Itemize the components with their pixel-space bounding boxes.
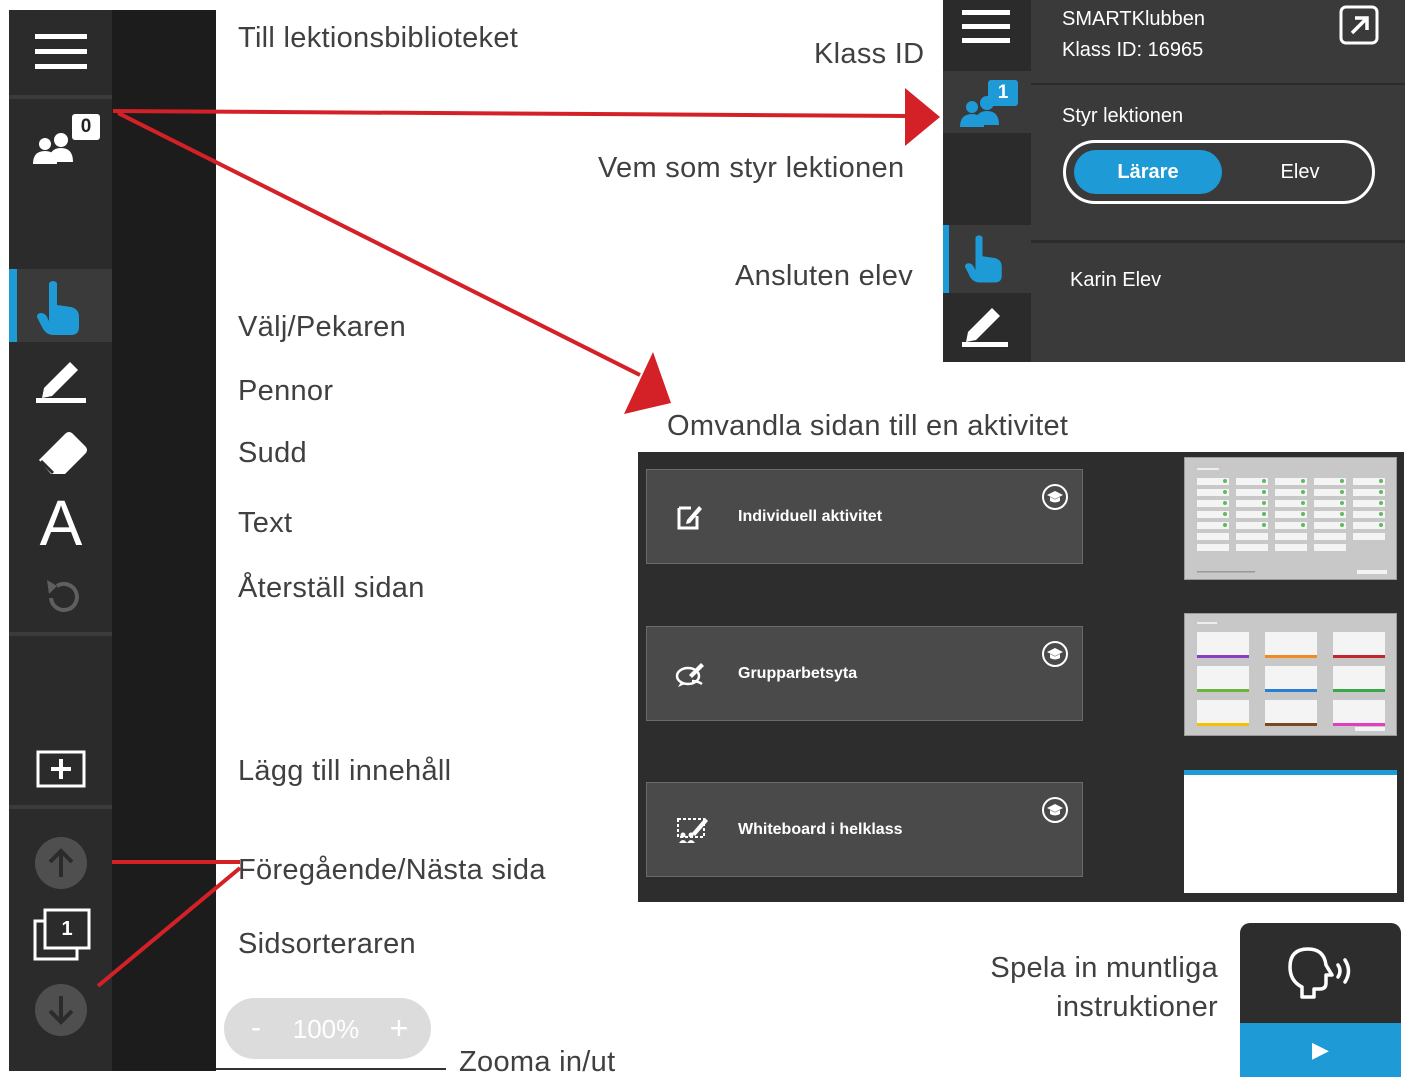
pointer-hand-icon [37,281,79,335]
annotation-library: Till lektionsbiblioteket [238,22,519,54]
undo-reset-icon[interactable] [43,576,83,618]
pointer-tool-button[interactable] [9,269,112,342]
text-tool-icon[interactable]: A [33,488,89,558]
annotation-page-sorter: Sidsorteraren [238,928,416,960]
graduation-cap-icon [1042,797,1068,823]
participants-count-badge: 0 [72,114,100,140]
annotation-class-id: Klass ID [814,38,925,70]
activity-label: Grupparbetsyta [738,665,858,682]
page-sorter-button[interactable]: 1 [33,907,93,963]
annotation-record-line2: instruktioner [1056,991,1218,1023]
annotation-record-line1: Spela in muntliga [990,952,1218,984]
edit-note-icon [677,506,702,530]
menu-icon[interactable] [962,8,1010,46]
class-panel: 1 SMARTKlubben Klass ID: 16965 Styr lekt… [943,0,1405,362]
toolbar-divider [9,95,112,99]
participants-button[interactable]: 0 [31,114,101,174]
participants-icon [33,133,73,164]
page-number: 1 [61,918,73,940]
annotation-select: Välj/Pekaren [238,311,407,343]
play-icon: ▶ [1312,1037,1329,1062]
pen-icon[interactable] [36,352,88,404]
record-instructions-widget[interactable]: ▶ [1240,923,1401,1077]
zoom-out-button[interactable]: - [244,1008,268,1048]
toolbar-backdrop [112,10,216,1071]
eraser-icon[interactable] [35,428,89,476]
main-toolbar: 0 A 1 [9,10,112,1071]
control-toggle: Lärare Elev [1063,140,1375,204]
annotation-eraser: Sudd [238,437,307,469]
thumbnail-header-bar [1184,770,1397,775]
pointer-hand-icon [965,235,1002,283]
activity-label: Individuell aktivitet [738,508,883,525]
toolbar-divider [9,632,112,636]
arrowhead-activity-panel [624,352,671,414]
student-name[interactable]: Karin Elev [1070,269,1161,292]
annotation-zoom: Zooma in/ut [459,1046,616,1078]
record-play-button[interactable]: ▶ [1240,1023,1401,1077]
toggle-teacher-option[interactable]: Lärare [1074,150,1222,194]
annotation-reset: Återställ sidan [238,572,425,604]
graduation-cap-icon [1042,484,1068,510]
arrow-to-class-panel [112,109,909,118]
annotation-convert: Omvandla sidan till en aktivitet [667,410,1069,442]
class-id-value: Klass ID: 16965 [1062,39,1204,61]
individual-activity-thumbnail [1184,457,1397,580]
whiteboard-class-icon [677,818,708,843]
control-heading: Styr lektionen [1062,105,1184,127]
annotation-text: Text [238,507,293,539]
participants-button[interactable]: 1 [943,71,1031,133]
participants-count-badge: 1 [988,80,1018,106]
activity-card-group[interactable]: Grupparbetsyta [646,626,1083,721]
activity-card-whiteboard[interactable]: Whiteboard i helklass [646,782,1083,877]
speaking-head-icon [1288,947,1351,999]
graduation-cap-icon [1042,641,1068,667]
annotation-who-controls: Vem som styr lektionen [598,152,905,184]
annotation-connected-student: Ansluten elev [735,260,914,292]
zoom-control: - 100% + [224,998,431,1059]
zoom-in-button[interactable]: + [384,1008,414,1048]
panel-divider [1031,240,1405,243]
add-content-icon[interactable] [36,750,86,790]
activity-label: Whiteboard i helklass [738,821,903,838]
annotation-prev-next: Föregående/Nästa sida [238,854,546,886]
activity-panel: Individuell aktivitet Grupparbetsyta Whi… [638,452,1404,902]
toolbar-divider [9,805,112,809]
annotation-add-content: Lägg till innehåll [238,755,452,787]
annotation-pens: Pennor [238,375,334,407]
thumbnail-groups-graphic [1197,622,1385,731]
zoom-annotation-line [216,1068,446,1070]
whiteboard-thumbnail [1184,770,1397,893]
group-chat-icon [675,663,704,687]
pen-icon[interactable] [962,300,1008,348]
class-name: SMARTKlubben [1062,8,1206,30]
active-tool-indicator [943,225,949,293]
arrowhead-class-panel [905,88,940,146]
group-activity-thumbnail [1184,613,1397,736]
zoom-level: 100% [292,1014,360,1044]
menu-icon[interactable] [35,32,87,72]
active-tool-indicator [9,269,17,342]
thumbnail-grid-graphic [1197,468,1387,574]
open-external-icon[interactable] [1339,5,1379,45]
pointer-tool-button[interactable] [943,225,1031,293]
arrow-up-icon[interactable] [35,837,87,889]
activity-card-individual[interactable]: Individuell aktivitet [646,469,1083,564]
arrow-down-icon[interactable] [35,984,87,1036]
panel-divider [1031,83,1405,85]
toggle-student-option[interactable]: Elev [1226,150,1374,194]
